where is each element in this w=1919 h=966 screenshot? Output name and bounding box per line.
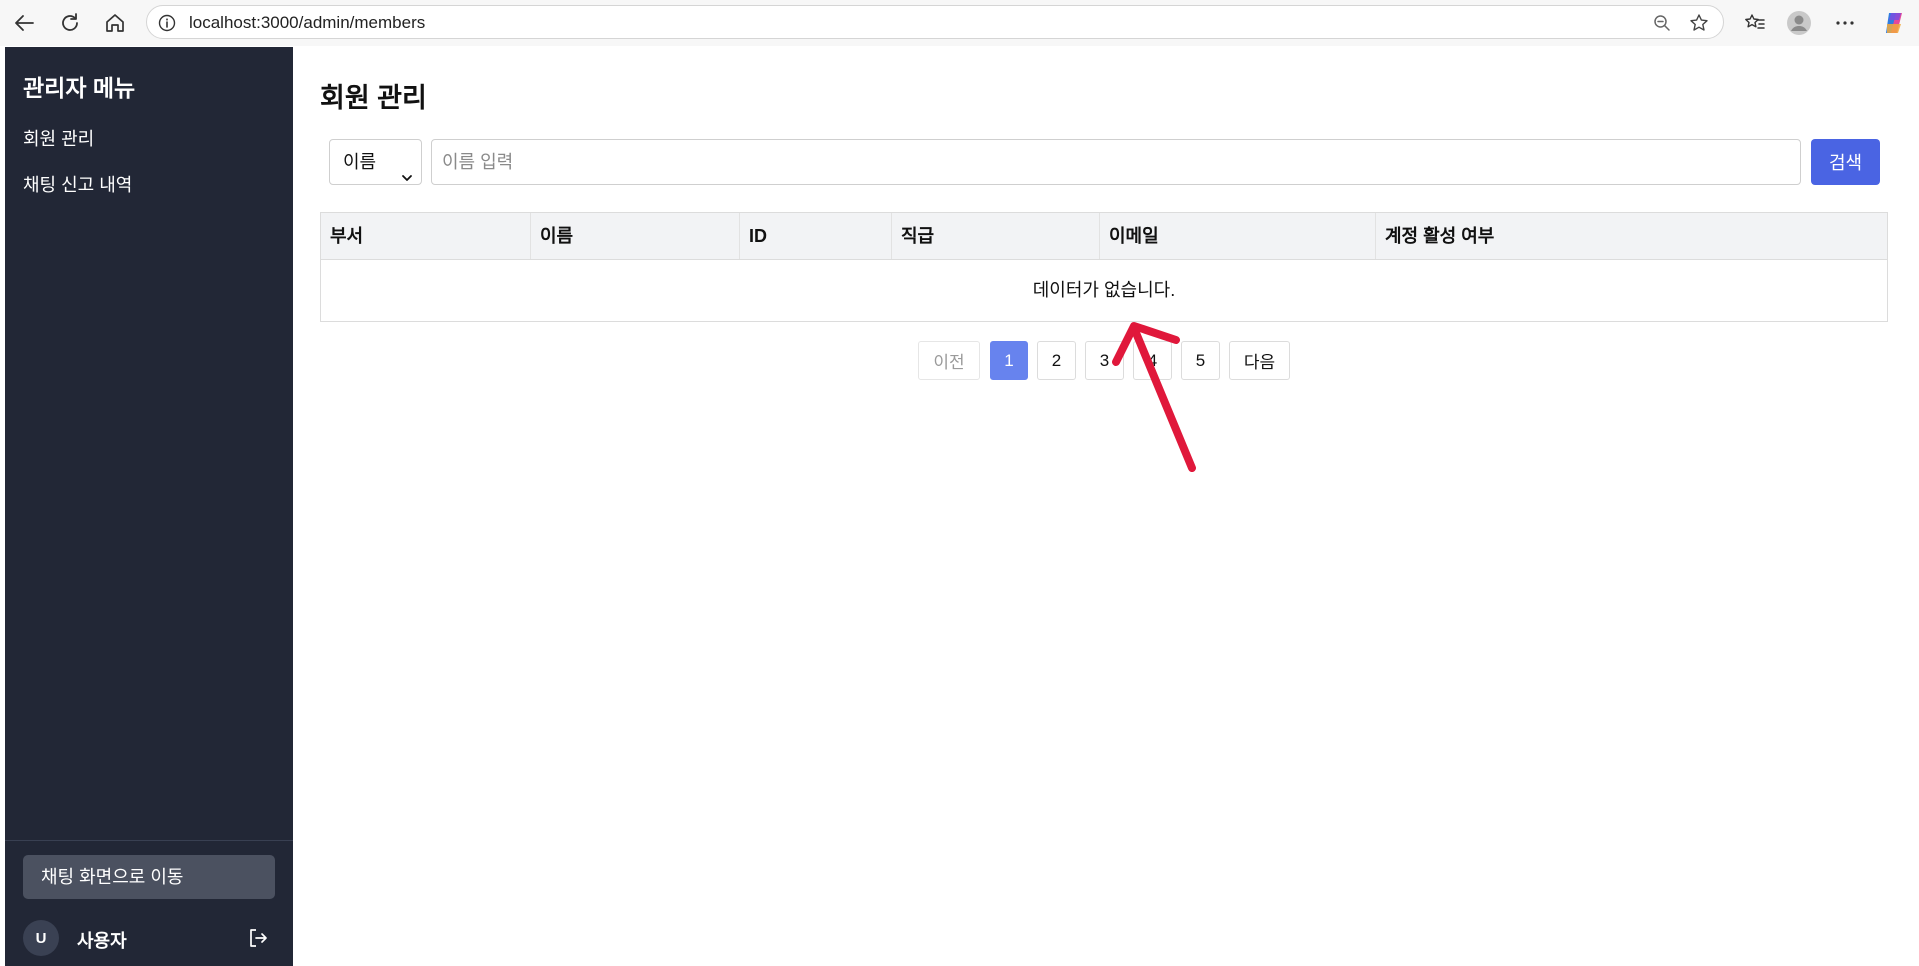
logout-icon[interactable] bbox=[247, 927, 269, 949]
favorites-icon[interactable] bbox=[1741, 10, 1769, 36]
favorite-star-icon[interactable] bbox=[1689, 13, 1709, 38]
members-table: 부서 이름 ID 직급 이메일 계정 활성 여부 데이터가 없습니다. bbox=[320, 212, 1888, 322]
back-icon[interactable] bbox=[11, 10, 37, 36]
sidebar-item-chat-reports[interactable]: 채팅 신고 내역 bbox=[23, 171, 132, 197]
copilot-icon[interactable] bbox=[1880, 10, 1908, 36]
search-field-selected: 이름 bbox=[343, 152, 377, 172]
sidebar-title: 관리자 메뉴 bbox=[23, 75, 136, 101]
column-header-email: 이메일 bbox=[1099, 213, 1375, 259]
sidebar-divider bbox=[5, 840, 293, 841]
column-header-id: ID bbox=[739, 213, 891, 259]
pagination-page-2[interactable]: 2 bbox=[1037, 341, 1076, 380]
site-info-icon[interactable] bbox=[158, 14, 176, 37]
browser-toolbar: localhost:3000/admin/members bbox=[0, 0, 1919, 46]
profile-icon[interactable] bbox=[1785, 10, 1813, 36]
column-header-position: 직급 bbox=[891, 213, 1099, 259]
pagination-next-button[interactable]: 다음 bbox=[1229, 341, 1290, 380]
avatar: U bbox=[23, 920, 59, 956]
table-header: 부서 이름 ID 직급 이메일 계정 활성 여부 bbox=[321, 213, 1887, 260]
address-bar[interactable]: localhost:3000/admin/members bbox=[146, 5, 1724, 39]
more-options-icon[interactable] bbox=[1831, 10, 1859, 36]
username: 사용자 bbox=[77, 931, 127, 951]
column-header-name: 이름 bbox=[530, 213, 739, 259]
column-header-account-active: 계정 활성 여부 bbox=[1375, 213, 1887, 259]
sidebar-item-members[interactable]: 회원 관리 bbox=[23, 125, 94, 151]
column-header-department: 부서 bbox=[330, 226, 364, 246]
refresh-icon[interactable] bbox=[57, 10, 83, 36]
address-url[interactable]: localhost:3000/admin/members bbox=[189, 13, 425, 33]
pagination-page-1[interactable]: 1 bbox=[990, 341, 1028, 380]
page-title: 회원 관리 bbox=[320, 83, 427, 113]
pagination-prev-button[interactable]: 이전 bbox=[918, 341, 980, 380]
zoom-icon[interactable] bbox=[1653, 14, 1671, 37]
go-to-chat-button[interactable]: 채팅 화면으로 이동 bbox=[23, 855, 275, 899]
search-button[interactable]: 검색 bbox=[1811, 139, 1880, 185]
annotation-arrow bbox=[1112, 322, 1196, 472]
home-icon[interactable] bbox=[102, 10, 128, 36]
admin-sidebar: 관리자 메뉴 회원 관리 채팅 신고 내역 채팅 화면으로 이동 U 사용자 bbox=[5, 47, 293, 966]
search-input[interactable] bbox=[431, 139, 1801, 185]
search-field-select[interactable]: 이름 bbox=[329, 139, 422, 185]
chevron-down-icon bbox=[401, 156, 413, 200]
